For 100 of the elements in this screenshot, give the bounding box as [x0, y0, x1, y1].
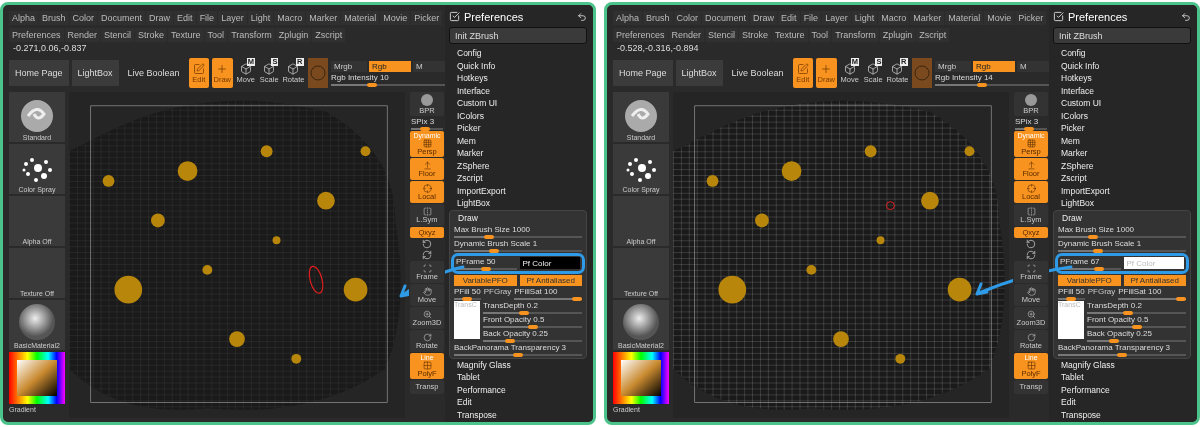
- color-mode-button[interactable]: Rgb: [973, 60, 1015, 72]
- menu-item[interactable]: Material: [945, 10, 984, 25]
- slider[interactable]: BackPanorama Transparency 3: [454, 342, 582, 356]
- menu-item[interactable]: Draw: [146, 10, 174, 25]
- viewport-canvas[interactable]: [69, 92, 405, 419]
- menu-entry[interactable]: LightBox: [1053, 197, 1191, 210]
- menu-entry[interactable]: IColors: [1053, 109, 1191, 122]
- color-mode-button[interactable]: Mrgb: [935, 60, 971, 72]
- color-mode-button[interactable]: M: [413, 60, 445, 72]
- slider[interactable]: Dynamic Brush Scale 1: [1058, 238, 1186, 252]
- menu-item[interactable]: Marker: [910, 10, 945, 25]
- menu-item[interactable]: Stencil: [101, 27, 135, 42]
- menu-item[interactable]: Brush: [39, 10, 69, 25]
- option-label[interactable]: PFGray: [483, 286, 512, 296]
- slider[interactable]: Rgb Intensity 14: [935, 72, 1049, 86]
- nav-button[interactable]: Live Boolean: [725, 60, 790, 86]
- menu-item[interactable]: File: [196, 10, 218, 25]
- menu-entry[interactable]: Tablet: [1053, 371, 1191, 384]
- menu-entry[interactable]: Edit: [449, 396, 587, 409]
- rotate-icon[interactable]: [422, 239, 432, 249]
- menu-item[interactable]: Preferences: [9, 27, 64, 42]
- menu-entry[interactable]: Zscript: [449, 172, 587, 185]
- menu-entry[interactable]: Transpose: [1053, 408, 1191, 421]
- rotate-icon[interactable]: [1026, 239, 1036, 249]
- toggle-button[interactable]: VariablePFO: [1058, 274, 1121, 286]
- slider[interactable]: SPix 3: [411, 117, 443, 130]
- menu-item[interactable]: Layer: [218, 10, 247, 25]
- toggle-button[interactable]: Pf Antialiased: [519, 274, 582, 286]
- slider[interactable]: BackPanorama Transparency 3: [1058, 342, 1186, 356]
- nav-button[interactable]: LightBox: [71, 60, 119, 86]
- menu-entry[interactable]: Mem: [449, 134, 587, 147]
- color-picker[interactable]: [9, 352, 65, 404]
- nav-button[interactable]: LightBox: [675, 60, 723, 86]
- color-picker[interactable]: [613, 352, 669, 404]
- menu-entry[interactable]: Interface: [449, 84, 587, 97]
- slider[interactable]: PFillSat 100: [514, 286, 582, 300]
- slider[interactable]: PFrame 50: [456, 256, 517, 270]
- nav-button[interactable]: Home Page: [613, 60, 673, 86]
- menu-item[interactable]: Picker: [1015, 10, 1047, 25]
- menu-item[interactable]: Material: [341, 10, 380, 25]
- menu-item[interactable]: Document: [702, 10, 750, 25]
- refresh-icon[interactable]: [422, 250, 432, 260]
- menu-item[interactable]: Document: [98, 10, 146, 25]
- menu-entry[interactable]: LightBox: [449, 197, 587, 210]
- init-button[interactable]: Init ZBrush: [449, 27, 587, 44]
- slider[interactable]: Rgb Intensity 10: [331, 72, 445, 86]
- slider[interactable]: Back Opacity 0.25: [1087, 328, 1186, 342]
- menu-item[interactable]: Brush: [643, 10, 673, 25]
- nav-button[interactable]: Live Boolean: [121, 60, 186, 86]
- option-label[interactable]: PFGray: [1087, 286, 1116, 296]
- menu-item[interactable]: Render: [64, 27, 101, 42]
- menu-item[interactable]: Stroke: [739, 27, 772, 42]
- menu-entry[interactable]: Marker: [449, 147, 587, 160]
- slider[interactable]: Front Opacity 0.5: [1087, 314, 1186, 328]
- slider[interactable]: PFill 50: [1058, 286, 1085, 300]
- toggle-button[interactable]: Pf Antialiased: [1123, 274, 1186, 286]
- menu-item[interactable]: Transform: [228, 27, 275, 42]
- menu-item[interactable]: Color: [69, 10, 98, 25]
- menu-entry[interactable]: Magnify Glass: [449, 358, 587, 371]
- viewport-canvas[interactable]: [673, 92, 1009, 419]
- menu-item[interactable]: Light: [851, 10, 878, 25]
- color-mode-button[interactable]: Mrgb: [331, 60, 367, 72]
- menu-item[interactable]: Edit: [174, 10, 196, 25]
- menu-entry[interactable]: IColors: [449, 109, 587, 122]
- menu-entry[interactable]: Interface: [1053, 84, 1191, 97]
- menu-item[interactable]: File: [800, 10, 822, 25]
- menu-item[interactable]: Draw: [750, 10, 778, 25]
- slider[interactable]: Max Brush Size 1000: [454, 224, 582, 238]
- refresh-icon[interactable]: [1026, 250, 1036, 260]
- menu-entry[interactable]: Magnify Glass: [1053, 358, 1191, 371]
- menu-item[interactable]: Tool: [204, 27, 228, 42]
- menu-item[interactable]: Alpha: [613, 10, 643, 25]
- menu-item[interactable]: Zplugin: [275, 27, 312, 42]
- menu-item[interactable]: Tool: [808, 27, 832, 42]
- menu-item[interactable]: Stroke: [135, 27, 168, 42]
- nav-button[interactable]: Home Page: [9, 60, 69, 86]
- menu-item[interactable]: Macro: [274, 10, 306, 25]
- slider[interactable]: TransDepth 0.2: [483, 300, 582, 314]
- menu-entry[interactable]: Quick Info: [449, 59, 587, 72]
- menu-entry[interactable]: Hotkeys: [449, 72, 587, 85]
- menu-entry[interactable]: Tablet: [449, 371, 587, 384]
- color-mode-button[interactable]: M: [1017, 60, 1049, 72]
- menu-entry[interactable]: Performance: [1053, 383, 1191, 396]
- menu-entry[interactable]: Picker: [449, 122, 587, 135]
- menu-item[interactable]: Movie: [380, 10, 411, 25]
- menu-item[interactable]: Edit: [778, 10, 800, 25]
- menu-entry[interactable]: Hotkeys: [1053, 72, 1191, 85]
- menu-item[interactable]: Color: [673, 10, 702, 25]
- menu-entry[interactable]: Custom UI: [449, 97, 587, 110]
- menu-entry[interactable]: Marker: [1053, 147, 1191, 160]
- menu-item[interactable]: Marker: [306, 10, 341, 25]
- menu-entry[interactable]: Performance: [449, 383, 587, 396]
- menu-item[interactable]: Preferences: [613, 27, 668, 42]
- menu-item[interactable]: Light: [247, 10, 274, 25]
- slider[interactable]: PFrame 67: [1060, 256, 1121, 270]
- slider[interactable]: Front Opacity 0.5: [483, 314, 582, 328]
- slider[interactable]: Dynamic Brush Scale 1: [454, 238, 582, 252]
- menu-item[interactable]: Zscript: [312, 27, 346, 42]
- menu-entry[interactable]: Custom UI: [1053, 97, 1191, 110]
- checkbox-icon[interactable]: [1053, 11, 1064, 22]
